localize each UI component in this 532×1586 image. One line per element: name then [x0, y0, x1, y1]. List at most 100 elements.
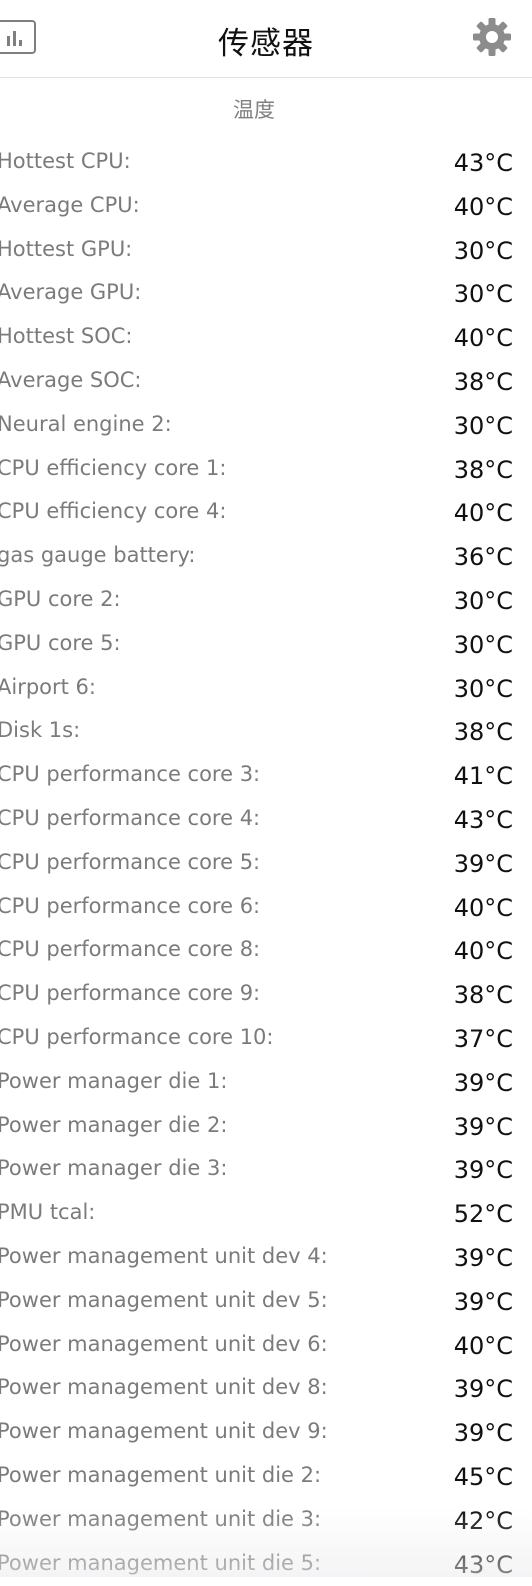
sensor-row: gas gauge battery: 36°C — [0, 535, 532, 579]
sensor-value: 39°C — [454, 1375, 513, 1403]
gear-icon — [472, 17, 512, 57]
sensor-row: Average CPU:40°C — [0, 185, 532, 229]
sensor-value: 40°C — [454, 1332, 513, 1360]
sensor-name: CPU performance core 10: — [0, 1025, 274, 1049]
sensor-value: 30°C — [454, 587, 513, 615]
header-bar: 传感器 — [0, 0, 532, 78]
sensor-name: Power management unit dev 6: — [0, 1332, 328, 1356]
bar-chart-icon — [0, 22, 33, 51]
sensor-value: 40°C — [454, 894, 513, 922]
sensor-row: CPU performance core 10: 37°C — [0, 1017, 532, 1061]
sensor-row: CPU efficiency core 4: 40°C — [0, 491, 532, 535]
sensor-row: Hottest GPU: 30°C — [0, 229, 532, 273]
sensor-row: CPU efficiency core 1: 38°C — [0, 448, 532, 492]
sensor-list[interactable]: Hottest CPU:43°CAverage CPU:40°CHottest … — [0, 141, 532, 1586]
sensor-value: 39°C — [454, 1113, 513, 1141]
sensor-name: GPU core 2: — [0, 587, 121, 611]
sensor-value: 30°C — [454, 631, 513, 659]
sensor-row: Power management unit dev 5: 39°C — [0, 1280, 532, 1324]
sensor-value: 38°C — [454, 718, 513, 746]
sensor-row: PMU tcal: 52°C — [0, 1192, 532, 1236]
sensor-name: GPU core 5: — [0, 631, 121, 655]
sensor-value: 38°C — [454, 456, 513, 484]
sensor-name: Power manager die 2: — [0, 1113, 227, 1137]
sensor-value: 36°C — [454, 543, 513, 571]
sensor-value: 42°C — [454, 1507, 513, 1535]
sensor-row: Disk 1s:38°C — [0, 710, 532, 754]
sensor-row: GPU core 2: 30°C — [0, 579, 532, 623]
sensor-value: 30°C — [454, 280, 513, 308]
sensor-value: 39°C — [454, 1419, 513, 1447]
sensor-name: Hottest SOC: — [0, 324, 132, 348]
sensor-row: Power manager die 2: 39°C — [0, 1105, 532, 1149]
sensor-row: Average GPU: 30°C — [0, 272, 532, 316]
sensor-name: Power management unit dev 4: — [0, 1244, 328, 1268]
sensor-name: Average SOC: — [0, 368, 142, 392]
sensor-value: 40°C — [454, 324, 513, 352]
sensor-name: CPU performance core 3: — [0, 762, 260, 786]
sensor-value: 40°C — [454, 937, 513, 965]
sensor-row: GPU core 5: 30°C — [0, 623, 532, 667]
sensor-row: Power manager die 3: 39°C — [0, 1148, 532, 1192]
sensor-value: 30°C — [454, 237, 513, 265]
sensor-name: CPU performance core 6: — [0, 894, 260, 918]
sensor-value: 39°C — [454, 1244, 513, 1272]
sensor-name: CPU efficiency core 1: — [0, 456, 226, 480]
sensor-row: Power management unit die 5: 43°C — [0, 1543, 532, 1586]
sensor-row: Neural engine 2: 30°C — [0, 404, 532, 448]
sensor-row: Power management unit dev 4: 39°C — [0, 1236, 532, 1280]
sensor-row: CPU performance core 9: 38°C — [0, 973, 532, 1017]
sensor-value: 30°C — [454, 675, 513, 703]
sensor-name: CPU performance core 5: — [0, 850, 260, 874]
sensor-row: CPU performance core 4: 43°C — [0, 798, 532, 842]
sensor-name: Power management unit dev 8: — [0, 1375, 328, 1399]
sensor-row: Power management unit die 2: 45°C — [0, 1455, 532, 1499]
sensor-name: Neural engine 2: — [0, 412, 172, 436]
sensor-row: Power management unit die 3: 42°C — [0, 1499, 532, 1543]
sensor-name: Power manager die 3: — [0, 1156, 227, 1180]
sensor-value: 39°C — [454, 1156, 513, 1184]
sensor-name: CPU efficiency core 4: — [0, 499, 226, 523]
sensor-name: Power management unit dev 9: — [0, 1419, 328, 1443]
sensor-value: 30°C — [454, 412, 513, 440]
sensor-value: 52°C — [454, 1200, 513, 1228]
sensor-value: 38°C — [454, 368, 513, 396]
sensor-name: Average GPU: — [0, 280, 141, 304]
sensor-value: 41°C — [454, 762, 513, 790]
sensor-row: CPU performance core 3: 41°C — [0, 754, 532, 798]
sensor-name: Airport 6: — [0, 675, 96, 699]
sensor-row: Average SOC: 38°C — [0, 360, 532, 404]
sensor-name: Power management unit die 3: — [0, 1507, 321, 1531]
sensor-value: 45°C — [454, 1463, 513, 1491]
sensor-value: 39°C — [454, 1288, 513, 1316]
settings-button[interactable] — [472, 17, 512, 57]
page-title: 传感器 — [0, 18, 532, 63]
sensor-name: gas gauge battery: — [0, 543, 195, 567]
sensor-name: Power manager die 1: — [0, 1069, 227, 1093]
sensor-value: 40°C — [454, 499, 513, 527]
sensor-name: CPU performance core 4: — [0, 806, 260, 830]
sensor-row: CPU performance core 6: 40°C — [0, 886, 532, 930]
sensor-name: Power management unit die 2: — [0, 1463, 321, 1487]
sensor-value: 37°C — [454, 1025, 513, 1053]
sensor-name: Hottest GPU: — [0, 237, 132, 261]
sensor-row: Hottest SOC: 40°C — [0, 316, 532, 360]
sensor-name: Power management unit dev 5: — [0, 1288, 328, 1312]
stats-button[interactable] — [0, 20, 36, 54]
sensor-value: 43°C — [454, 149, 513, 177]
sensor-value: 39°C — [454, 850, 513, 878]
sensor-name: PMU tcal: — [0, 1200, 95, 1224]
sensor-row: Power management unit dev 9: 39°C — [0, 1411, 532, 1455]
sensor-row: CPU performance core 8:40°C — [0, 929, 532, 973]
sensor-row: CPU performance core 5: 39°C — [0, 842, 532, 886]
sensor-value: 40°C — [454, 193, 513, 221]
sensor-name: CPU performance core 9: — [0, 981, 260, 1005]
sensor-value: 38°C — [454, 981, 513, 1009]
sensor-row: Hottest CPU: 43°C — [0, 141, 532, 185]
sensor-row: Power manager die 1:39°C — [0, 1061, 532, 1105]
sensor-name: Power management unit die 5: — [0, 1551, 321, 1575]
sensor-value: 43°C — [454, 1551, 513, 1579]
sensor-name: Hottest CPU: — [0, 149, 131, 173]
section-title: 温度 — [0, 94, 508, 124]
sensor-value: 43°C — [454, 806, 513, 834]
